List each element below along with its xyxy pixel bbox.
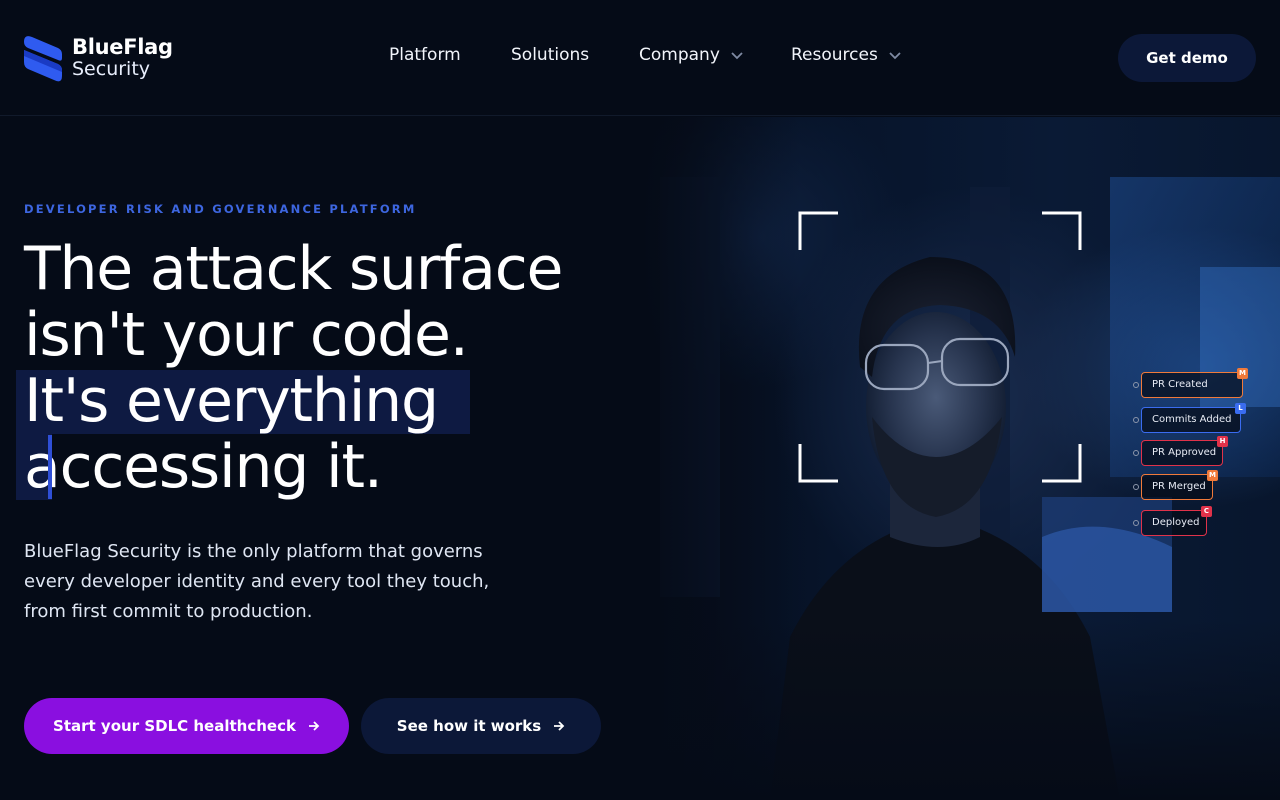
headline-line: It's everything [24,366,439,436]
button-label: Start your SDLC healthcheck [53,717,296,735]
nav-item-label: Resources [791,45,878,65]
severity-badge: C [1201,506,1212,517]
description-line: every developer identity and every tool … [24,571,490,592]
chevron-down-icon [731,52,743,60]
severity-badge: H [1217,436,1228,447]
blueflag-logo-icon [24,36,62,82]
pipeline-step-label: PR Approved [1141,440,1223,466]
pipeline-step-label: PR Created [1141,372,1243,398]
text-cursor [48,435,52,499]
hero-headline: The attack surface isn't your code. It's… [24,236,644,500]
button-label: See how it works [396,717,542,735]
start-healthcheck-button[interactable]: Start your SDLC healthcheck [24,698,349,754]
hero-eyebrow: DEVELOPER RISK AND GOVERNANCE PLATFORM [24,202,417,216]
headline-line: The attack surface [24,234,563,304]
pipeline-step-label: Deployed [1141,510,1207,536]
pipeline-step-label: PR Merged [1141,474,1213,500]
nav-item-label: Platform [389,45,461,65]
get-demo-button[interactable]: Get demo [1118,34,1256,82]
brand-logo[interactable]: BlueFlag Security [24,34,173,82]
nav-item-solutions[interactable]: Solutions [511,45,589,65]
headline-line: accessing it. [24,432,383,502]
arrow-right-icon [308,721,320,731]
description-line: from first commit to production. [24,601,313,622]
severity-badge: M [1237,368,1248,379]
nav-item-label: Solutions [511,45,590,65]
site-header: BlueFlag Security Platform Solutions Com… [0,0,1280,116]
headline-line: isn't your code. [24,300,469,370]
hero-description: BlueFlag Security is the only platform t… [24,537,524,627]
nav-item-resources[interactable]: Resources [791,45,902,65]
description-line: BlueFlag Security is the only platform t… [24,541,483,562]
chevron-down-icon [889,52,901,60]
see-how-it-works-button[interactable]: See how it works [361,698,601,754]
brand-name-line2: Security [72,58,151,80]
severity-badge: L [1235,403,1246,414]
severity-badge: M [1207,470,1218,481]
nav-item-platform[interactable]: Platform [389,45,461,65]
hero-image: PR Created M Commits Added L PR Approved… [640,117,1280,800]
pipeline-step-label: Commits Added [1141,407,1241,433]
arrow-right-icon [554,721,565,731]
brand-name-line1: BlueFlag [72,35,173,59]
nav-item-company[interactable]: Company [639,45,744,65]
nav-item-label: Company [639,45,720,65]
